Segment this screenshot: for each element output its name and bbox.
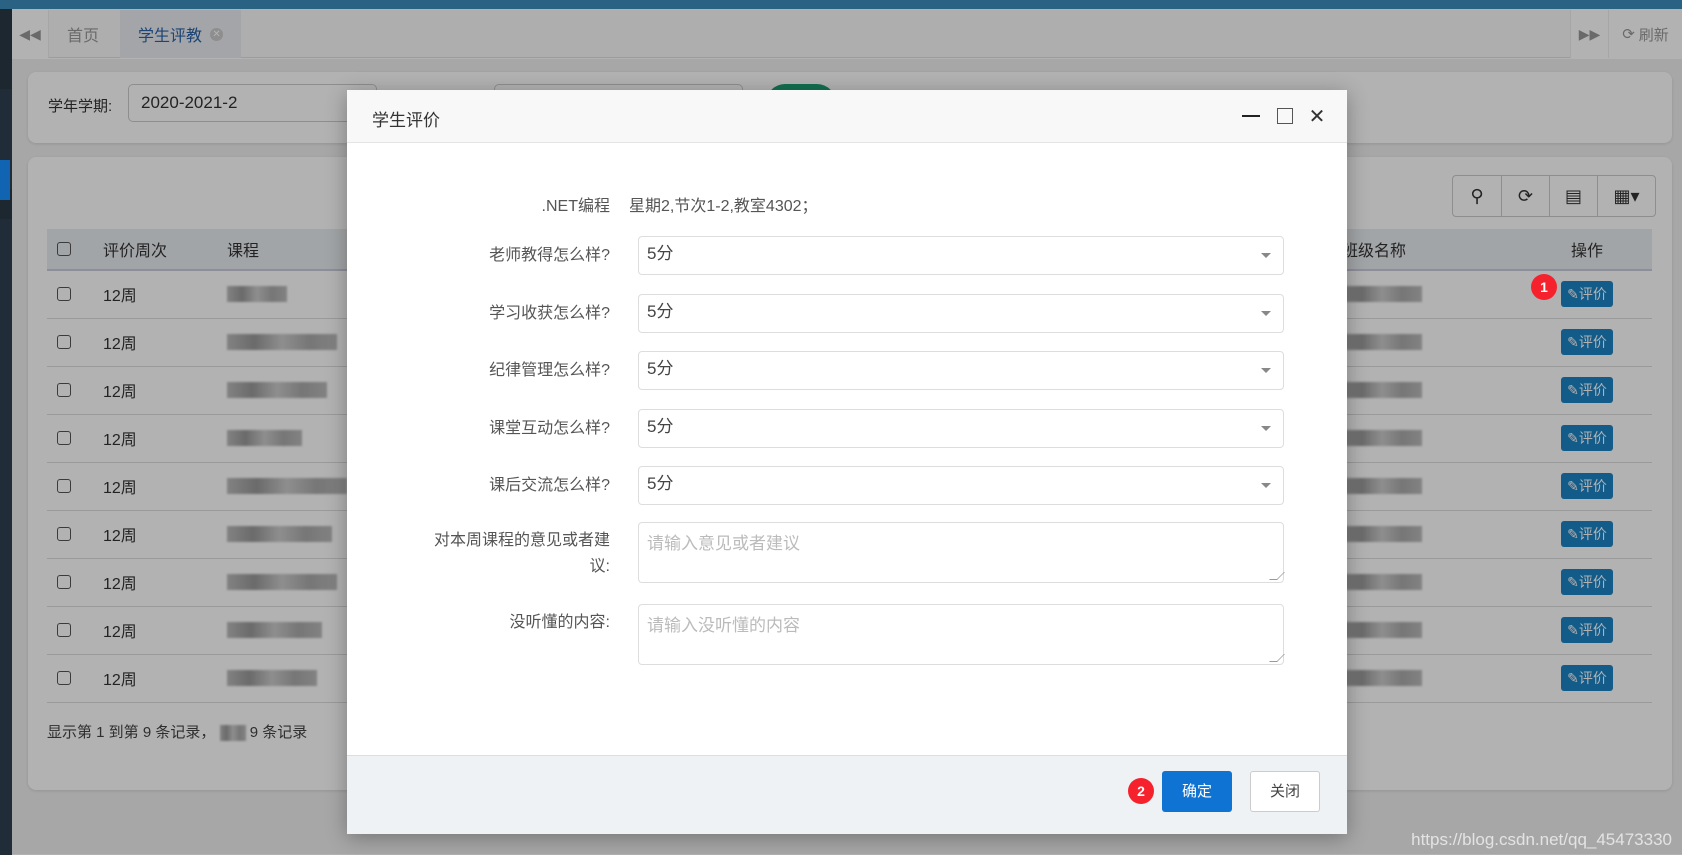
unclear-placeholder: 请输入没听懂的内容 <box>647 616 800 635</box>
close-modal-button[interactable]: ✕ <box>1303 102 1331 130</box>
caret-down-icon <box>1261 368 1271 373</box>
score-select[interactable]: 5分 <box>638 408 1284 448</box>
maximize-button[interactable] <box>1271 102 1299 130</box>
suggestion-placeholder: 请输入意见或者建议 <box>647 534 800 553</box>
score-value: 5分 <box>647 416 674 436</box>
suggestion-label-line1: 对本周课程的意见或者建 <box>433 532 610 549</box>
resize-handle[interactable] <box>1269 654 1285 662</box>
minimize-icon <box>1242 115 1260 117</box>
score-value: 5分 <box>647 301 674 321</box>
suggestion-label: 对本周课程的意见或者建 议: <box>410 528 610 580</box>
score-select[interactable]: 5分 <box>638 351 1284 390</box>
close-icon: ✕ <box>1308 105 1326 128</box>
question-label: 学习收获怎么样? <box>489 304 610 322</box>
confirm-button[interactable]: 确定 <box>1162 771 1232 812</box>
modal-body: .NET编程 星期2,节次1-2,教室4302； 老师教得怎么样? 5分 学习收获怎… <box>347 144 1347 755</box>
modal-header: 学生评价 ✕ <box>347 90 1347 143</box>
caret-down-icon <box>1261 310 1271 316</box>
course-schedule: 星期2,节次1-2,教室4302； <box>629 198 818 215</box>
score-value: 5分 <box>647 359 674 378</box>
step-badge-2: 2 <box>1128 778 1154 804</box>
caret-down-icon <box>1261 483 1271 488</box>
watermark: https://blog.csdn.net/qq_45473330 <box>1411 830 1672 849</box>
score-select[interactable]: 5分 <box>638 293 1284 333</box>
score-select[interactable]: 5分 <box>638 236 1284 275</box>
question-label: 课堂互动怎么样? <box>489 419 610 437</box>
modal-footer: 2 确定 关闭 <box>347 755 1347 834</box>
modal-title: 学生评价 <box>372 111 440 130</box>
unclear-textarea[interactable]: 请输入没听懂的内容 <box>638 604 1285 665</box>
course-name: .NET编程 <box>541 198 610 215</box>
question-label: 老师教得怎么样? <box>489 247 610 264</box>
suggestion-label-line2: 议: <box>589 558 610 575</box>
caret-down-icon <box>1261 425 1271 431</box>
question-label: 纪律管理怎么样? <box>489 362 610 379</box>
resize-handle[interactable] <box>1269 572 1285 580</box>
suggestion-textarea[interactable]: 请输入意见或者建议 <box>638 522 1285 583</box>
close-button[interactable]: 关闭 <box>1250 771 1320 812</box>
score-value: 5分 <box>647 474 674 493</box>
score-value: 5分 <box>647 244 674 263</box>
step-badge-1: 1 <box>1531 274 1557 300</box>
maximize-icon <box>1277 108 1293 124</box>
unclear-label: 没听懂的内容: <box>509 614 610 631</box>
question-label: 课后交流怎么样? <box>489 477 610 494</box>
bottom-strip <box>0 855 1682 860</box>
minimize-button[interactable] <box>1237 102 1265 130</box>
evaluation-modal: 学生评价 ✕ .NET编程 星期2,节次1-2,教室4302； 老师教得怎么样?… <box>347 90 1347 834</box>
score-select[interactable]: 5分 <box>638 466 1284 505</box>
caret-down-icon <box>1261 253 1271 258</box>
